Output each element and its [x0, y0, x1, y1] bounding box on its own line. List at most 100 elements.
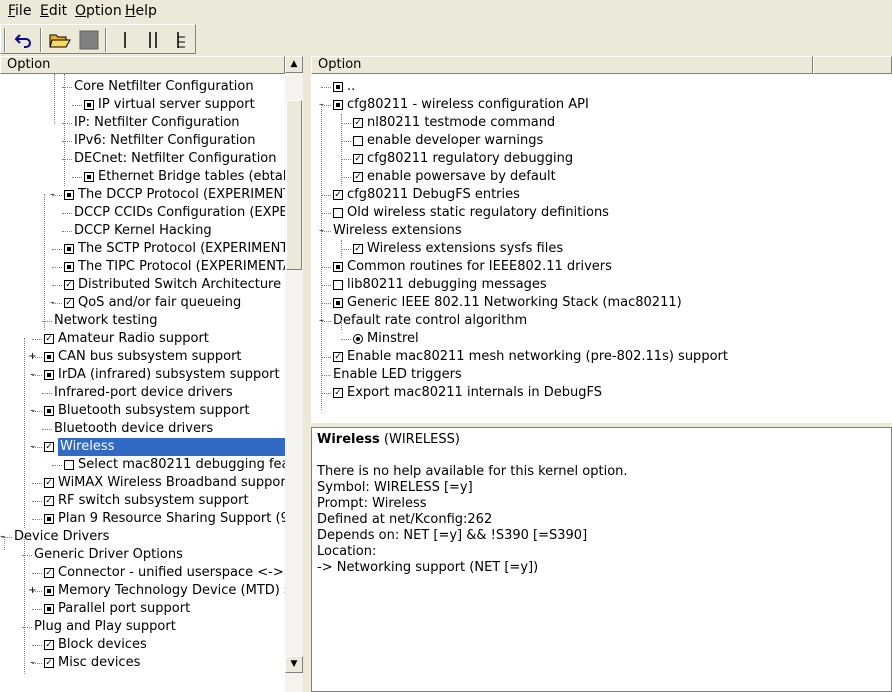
left-item-ip-netfilter-configuration[interactable]: IP: Netfilter Configuration [0, 114, 285, 132]
menu-option[interactable]: Option [75, 3, 122, 20]
module-checkbox-icon[interactable] [64, 244, 74, 254]
collapse-icon[interactable]: – [28, 658, 37, 668]
tree-scrollbar[interactable]: ▲ ▼ [285, 56, 303, 692]
checkbox-checked-icon[interactable]: ✓ [353, 244, 363, 254]
left-item-bluetooth-subsystem-support[interactable]: – Bluetooth subsystem support [0, 402, 285, 420]
checkbox-checked-icon[interactable]: ✓ [44, 478, 54, 488]
module-checkbox-icon[interactable] [333, 262, 343, 272]
left-item-amateur-radio-support[interactable]: ✓ Amateur Radio support [0, 330, 285, 348]
right-item-old-wireless-static-regulatory-definitio[interactable]: Old wireless static regulatory definitio… [311, 204, 892, 222]
module-checkbox-icon[interactable] [44, 352, 54, 362]
left-item-ipv6-netfilter-configuration[interactable]: IPv6: Netfilter Configuration [0, 132, 285, 150]
module-checkbox-icon[interactable] [84, 172, 94, 182]
left-item-plan-9-resource-sharing-support-9p2000[interactable]: Plan 9 Resource Sharing Support (9P2000) [0, 510, 285, 528]
left-item-plug-and-play-support[interactable]: Plug and Play support [0, 618, 285, 636]
module-checkbox-icon[interactable] [333, 100, 343, 110]
checkbox-checked-icon[interactable]: ✓ [44, 640, 54, 650]
right-item-wireless-extensions-sysfs-files[interactable]: ✓ Wireless extensions sysfs files [311, 240, 892, 258]
left-item-wimax-wireless-broadband-support[interactable]: ✓ WiMAX Wireless Broadband support [0, 474, 285, 492]
right-item-[interactable]: .. [311, 78, 892, 96]
checkbox-checked-icon[interactable]: ✓ [353, 118, 363, 128]
right-item-enable-led-triggers[interactable]: Enable LED triggers [311, 366, 892, 384]
right-item-enable-powersave-by-default[interactable]: ✓ enable powersave by default [311, 168, 892, 186]
left-item-infrared-port-device-drivers[interactable]: Infrared-port device drivers [0, 384, 285, 402]
right-item-lib80211-debugging-messages[interactable]: lib80211 debugging messages [311, 276, 892, 294]
checkbox-checked-icon[interactable]: ✓ [333, 352, 343, 362]
expand-icon[interactable]: + [28, 586, 37, 596]
collapse-icon[interactable]: – [48, 298, 57, 308]
checkbox-checked-icon[interactable]: ✓ [44, 658, 54, 668]
checkbox-checked-icon[interactable]: ✓ [44, 568, 54, 578]
menu-edit[interactable]: Edit [40, 3, 67, 20]
module-checkbox-icon[interactable] [64, 262, 74, 272]
left-item-parallel-port-support[interactable]: Parallel port support [0, 600, 285, 618]
right-item-nl80211-testmode-command[interactable]: ✓ nl80211 testmode command [311, 114, 892, 132]
left-item-select-mac80211-debugging-features[interactable]: Select mac80211 debugging features [0, 456, 285, 474]
module-checkbox-icon[interactable] [44, 406, 54, 416]
left-item-connector-unified-userspace-kernelspace-[interactable]: ✓ Connector - unified userspace <-> kerne… [0, 564, 285, 582]
checkbox-checked-icon[interactable]: ✓ [353, 172, 363, 182]
left-item-decnet-netfilter-configuration[interactable]: DECnet: Netfilter Configuration [0, 150, 285, 168]
back-button[interactable] [12, 28, 35, 51]
right-item-cfg80211-debugfs-entries[interactable]: ✓ cfg80211 DebugFS entries [311, 186, 892, 204]
save-button[interactable] [77, 28, 100, 51]
left-item-generic-driver-options[interactable]: Generic Driver Options [0, 546, 285, 564]
checkbox-empty-icon[interactable] [64, 460, 74, 470]
load-button[interactable] [48, 28, 71, 51]
module-checkbox-icon[interactable] [44, 514, 54, 524]
checkbox-empty-icon[interactable] [333, 280, 343, 290]
scroll-thumb[interactable] [286, 100, 302, 270]
checkbox-checked-icon[interactable]: ✓ [333, 190, 343, 200]
collapse-icon[interactable]: – [28, 442, 37, 452]
right-item-wireless-extensions[interactable]: – Wireless extensions [311, 222, 892, 240]
right-item-minstrel[interactable]: Minstrel [311, 330, 892, 348]
left-item-device-drivers[interactable]: – Device Drivers [0, 528, 285, 546]
checkbox-checked-icon[interactable]: ✓ [44, 496, 54, 506]
module-checkbox-icon[interactable] [44, 604, 54, 614]
module-checkbox-icon[interactable] [333, 298, 343, 308]
scroll-up-button[interactable]: ▲ [285, 56, 303, 73]
left-item-core-netfilter-configuration[interactable]: Core Netfilter Configuration [0, 78, 285, 96]
checkbox-empty-icon[interactable] [353, 136, 363, 146]
checkbox-checked-icon[interactable]: ✓ [64, 298, 74, 308]
right-item-enable-mac80211-mesh-networking-pre-802-[interactable]: ✓ Enable mac80211 mesh networking (pre-80… [311, 348, 892, 366]
left-item-can-bus-subsystem-support[interactable]: + CAN bus subsystem support [0, 348, 285, 366]
left-item-rf-switch-subsystem-support[interactable]: ✓ RF switch subsystem support [0, 492, 285, 510]
left-item-the-sctp-protocol-experimental[interactable]: The SCTP Protocol (EXPERIMENTAL) [0, 240, 285, 258]
split-view-button[interactable] [141, 28, 164, 51]
radio-selected-icon[interactable] [353, 334, 363, 344]
collapse-icon[interactable]: – [28, 370, 37, 380]
right-item-cfg80211-wireless-configuration-api[interactable]: – cfg80211 - wireless configuration API [311, 96, 892, 114]
full-view-button[interactable] [169, 28, 192, 51]
left-item-dccp-kernel-hacking[interactable]: DCCP Kernel Hacking [0, 222, 285, 240]
scroll-down-button[interactable]: ▼ [285, 656, 303, 673]
right-item-generic-ieee-802-11-networking-stack-mac[interactable]: Generic IEEE 802.11 Networking Stack (ma… [311, 294, 892, 312]
left-item-dccp-ccids-configuration-experimental[interactable]: DCCP CCIDs Configuration (EXPERIMENTAL) [0, 204, 285, 222]
list-header-option[interactable]: Option [311, 56, 813, 74]
checkbox-checked-icon[interactable]: ✓ [353, 154, 363, 164]
back-marker-icon[interactable] [333, 82, 343, 92]
right-item-default-rate-control-algorithm[interactable]: – Default rate control algorithm [311, 312, 892, 330]
left-item-the-dccp-protocol-experimental[interactable]: – The DCCP Protocol (EXPERIMENTAL) [0, 186, 285, 204]
right-item-common-routines-for-ieee802-11-drivers[interactable]: Common routines for IEEE802.11 drivers [311, 258, 892, 276]
collapse-icon[interactable]: – [48, 190, 57, 200]
left-item-network-testing[interactable]: Network testing [0, 312, 285, 330]
module-checkbox-icon[interactable] [44, 586, 54, 596]
module-checkbox-icon[interactable] [64, 190, 74, 200]
checkbox-checked-icon[interactable]: ✓ [44, 334, 54, 344]
left-item-irda-infrared-subsystem-support[interactable]: – IrDA (infrared) subsystem support [0, 366, 285, 384]
left-item-block-devices[interactable]: ✓ Block devices [0, 636, 285, 654]
left-item-bluetooth-device-drivers[interactable]: Bluetooth device drivers [0, 420, 285, 438]
left-item-ethernet-bridge-tables-ebtables[interactable]: Ethernet Bridge tables (ebtables) [0, 168, 285, 186]
menu-help[interactable]: Help [125, 3, 157, 20]
left-item-memory-technology-device-mtd-support[interactable]: + Memory Technology Device (MTD) support [0, 582, 285, 600]
checkbox-empty-icon[interactable] [333, 208, 343, 218]
module-checkbox-icon[interactable] [84, 100, 94, 110]
module-checkbox-icon[interactable] [44, 370, 54, 380]
collapse-icon[interactable]: – [28, 406, 37, 416]
left-item-ip-virtual-server-support[interactable]: IP virtual server support [0, 96, 285, 114]
checkbox-checked-icon[interactable]: ✓ [333, 388, 343, 398]
left-item-the-tipc-protocol-experimental[interactable]: The TIPC Protocol (EXPERIMENTAL) [0, 258, 285, 276]
left-item-qos-and-or-fair-queueing[interactable]: – ✓ QoS and/or fair queueing [0, 294, 285, 312]
menu-file[interactable]: File [8, 3, 31, 20]
